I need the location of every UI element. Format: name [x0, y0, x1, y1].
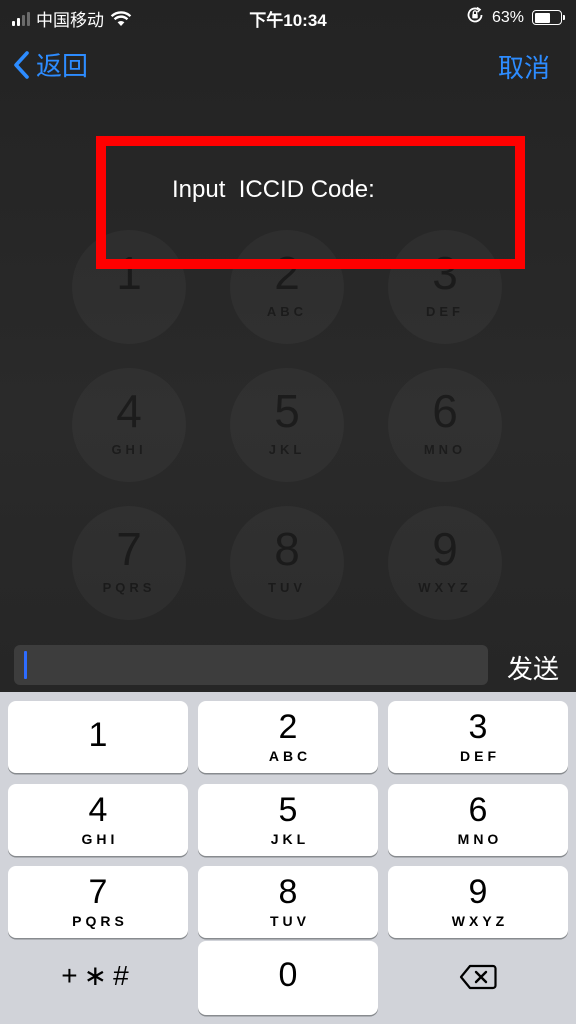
key-digit: 4 — [88, 791, 108, 829]
symbols-label: +∗# — [61, 960, 135, 991]
alert-message: Input ICCID Code: — [172, 176, 375, 203]
key-letters: DEF — [460, 748, 500, 764]
key-digit: 8 — [278, 873, 298, 911]
alert-highlight: Input ICCID Code: — [96, 136, 525, 269]
background-key-4: 4 GHI — [72, 368, 186, 482]
key-digit: 1 — [88, 716, 108, 754]
background-key-digit: 7 — [116, 523, 142, 575]
background-key-8: 8 TUV — [230, 506, 344, 620]
background-key-digit: 5 — [274, 385, 300, 437]
background-key-digit: 9 — [432, 523, 458, 575]
key-letters: TUV — [270, 913, 310, 929]
send-button[interactable]: 发送 — [507, 649, 559, 686]
chevron-left-icon — [14, 50, 29, 79]
background-key-6: 6 MNO — [388, 368, 502, 482]
back-button[interactable]: 返回 — [12, 46, 88, 83]
iccid-input[interactable] — [14, 645, 488, 685]
key-digit: 2 — [278, 708, 298, 746]
background-key-letters: GHI — [111, 442, 147, 457]
background-key-7: 7 PQRS — [72, 506, 186, 620]
key-3[interactable]: 3 DEF — [388, 701, 568, 773]
backspace-icon — [459, 964, 497, 990]
background-screen: 中国移动 下午10:34 63% 返回 取消 1 2 ABC 3 DEF 4 G… — [0, 0, 576, 692]
key-4[interactable]: 4 GHI — [8, 784, 188, 856]
text-caret — [24, 651, 27, 679]
battery-percent: 63% — [491, 8, 524, 26]
key-digit: 3 — [468, 708, 488, 746]
key-5[interactable]: 5 JKL — [198, 784, 378, 856]
background-key-letters: WXYZ — [418, 580, 472, 595]
key-letters: WXYZ — [451, 913, 509, 929]
key-digit: 0 — [278, 956, 298, 994]
status-bar: 中国移动 下午10:34 63% — [0, 0, 576, 34]
background-key-digit: 6 — [432, 385, 458, 437]
back-label: 返回 — [36, 51, 89, 81]
key-digit: 5 — [278, 791, 298, 829]
background-key-letters: PQRS — [102, 580, 156, 595]
key-0[interactable]: 0 — [198, 941, 378, 1015]
orientation-lock-icon — [466, 6, 484, 29]
key-letters: ABC — [268, 748, 312, 764]
key-letters: PQRS — [72, 913, 128, 929]
key-2[interactable]: 2 ABC — [198, 701, 378, 773]
key-9[interactable]: 9 WXYZ — [388, 866, 568, 938]
battery-fill — [534, 12, 551, 23]
background-key-5: 5 JKL — [230, 368, 344, 482]
background-key-9: 9 WXYZ — [388, 506, 502, 620]
key-letters: GHI — [81, 831, 119, 847]
key-digit: 7 — [88, 873, 108, 911]
cancel-button[interactable]: 取消 — [498, 48, 550, 85]
key-6[interactable]: 6 MNO — [388, 784, 568, 856]
numeric-keypad: 1 2 ABC 3 DEF 4 GHI 5 JKL 6 MNO 7 PQRS 8 TUV 9 WXYZ +∗# … — [0, 692, 576, 1024]
key-1[interactable]: 1 — [8, 701, 188, 773]
background-key-letters: JKL — [268, 442, 306, 457]
background-key-letters: MNO — [423, 442, 467, 457]
key-digit: 9 — [468, 873, 488, 911]
background-key-digit: 4 — [116, 385, 142, 437]
status-right: 63% — [466, 6, 565, 29]
input-row: 发送 — [0, 640, 576, 692]
nav-bar: 返回 取消 — [0, 40, 576, 90]
key-letters: MNO — [457, 831, 503, 847]
background-key-letters: ABC — [266, 304, 308, 319]
key-digit: 6 — [468, 791, 488, 829]
key-8[interactable]: 8 TUV — [198, 866, 378, 938]
key-letters: JKL — [270, 831, 310, 847]
background-key-letters: DEF — [426, 304, 464, 319]
symbols-key[interactable]: +∗# — [8, 941, 188, 1013]
battery-icon — [532, 10, 565, 25]
background-key-digit: 8 — [274, 523, 300, 575]
delete-key[interactable] — [388, 941, 568, 1013]
background-key-letters: TUV — [268, 580, 306, 595]
key-7[interactable]: 7 PQRS — [8, 866, 188, 938]
